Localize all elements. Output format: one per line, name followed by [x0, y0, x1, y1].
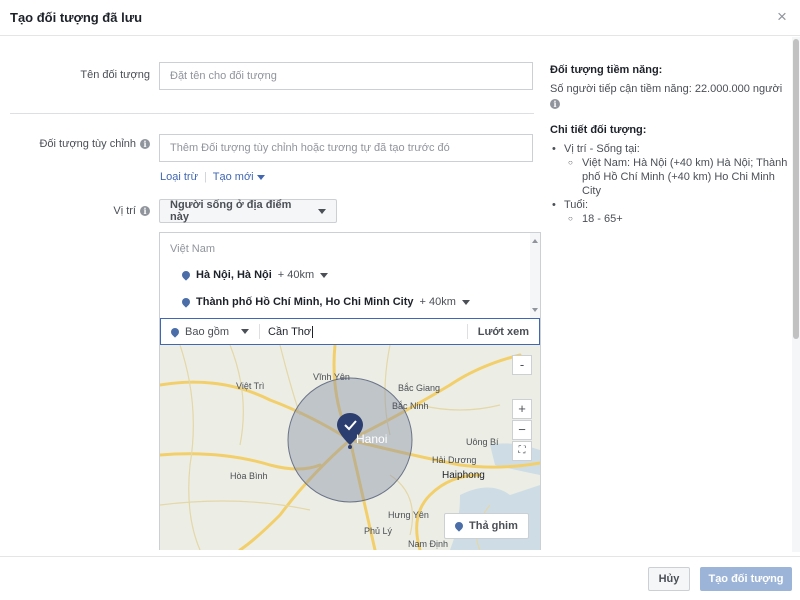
location-label-text: Vị trí	[113, 205, 136, 217]
details-location-label: Vị trí - Sống tại:	[550, 142, 790, 156]
dialog-header: Tạo đối tượng đã lưu ×	[0, 0, 800, 36]
audience-name-placeholder: Đặt tên cho đối tượng	[170, 70, 277, 82]
map-label: Phủ Lý	[364, 526, 393, 536]
browse-button[interactable]: Lướt xem	[466, 324, 539, 339]
chevron-down-icon	[318, 208, 326, 214]
dialog-scrollbar[interactable]	[792, 37, 800, 552]
dialog-title: Tạo đối tượng đã lưu	[10, 10, 143, 25]
location-list: Việt Nam Hà Nội, Hà Nội + 40km Thành phố…	[160, 233, 540, 318]
location-list-scrollbar[interactable]	[530, 233, 540, 318]
custom-audience-input[interactable]: Thêm Đối tượng tùy chỉnh hoặc tương tự đ…	[159, 134, 533, 162]
info-icon[interactable]: i	[140, 139, 150, 149]
details-list: Vị trí - Sống tại: Việt Nam: Hà Nội (+40…	[550, 142, 790, 226]
location-item-name: Thành phố Hồ Chí Minh, Ho Chi Minh City	[196, 296, 414, 308]
scroll-down-icon[interactable]	[532, 308, 538, 312]
details-heading: Chi tiết đối tượng:	[550, 124, 647, 136]
info-icon[interactable]: i	[550, 99, 560, 109]
map-label: Haiphong	[442, 470, 485, 481]
map-label: Uông Bí	[466, 437, 499, 447]
custom-audience-links: Loại trừ | Tạo mới	[160, 171, 265, 183]
dialog-scrollbar-thumb[interactable]	[793, 39, 799, 339]
location-pin-icon	[453, 520, 465, 532]
location-search-bar: Bao gồm Cần Thơ Lướt xem	[160, 318, 540, 345]
map-label: Nam Định	[408, 539, 448, 549]
close-icon[interactable]: ×	[772, 7, 792, 27]
location-box: Việt Nam Hà Nội, Hà Nội + 40km Thành phố…	[159, 232, 541, 550]
audience-name-input[interactable]: Đặt tên cho đối tượng	[159, 62, 533, 90]
map-label: Việt Trì	[236, 381, 264, 391]
map-label: Vĩnh Yên	[313, 372, 350, 382]
location-type-dropdown[interactable]: Người sống ở địa điểm này	[159, 199, 337, 223]
map-label: Bắc Giang	[398, 383, 440, 393]
map-label: Hưng Yên	[388, 510, 429, 520]
chevron-down-icon	[241, 329, 250, 334]
zoom-out-button[interactable]: −	[512, 420, 532, 440]
location-pin-icon	[169, 325, 181, 338]
create-new-link-text: Tạo mới	[212, 171, 254, 183]
custom-audience-label-text: Đối tượng tùy chỉnh	[39, 138, 136, 150]
create-new-link[interactable]: Tạo mới	[213, 171, 265, 183]
map-label: Bắc Ninh	[392, 401, 429, 411]
include-dropdown[interactable]: Bao gồm	[161, 324, 261, 339]
map-label: Hanoi	[356, 432, 387, 446]
custom-audience-placeholder: Thêm Đối tượng tùy chỉnh hoặc tương tự đ…	[170, 142, 450, 154]
include-label: Bao gồm	[185, 325, 230, 338]
link-separator: |	[203, 171, 207, 183]
fullscreen-icon[interactable]: ⛶	[512, 441, 532, 461]
section-divider	[10, 113, 534, 114]
scroll-up-icon[interactable]	[532, 239, 538, 243]
chevron-down-icon	[256, 174, 265, 180]
details-age-value: 18 - 65+	[550, 212, 790, 226]
potential-heading: Đối tượng tiềm năng:	[550, 64, 663, 76]
location-radius: + 40km	[277, 269, 315, 281]
audience-name-label: Tên đối tượng	[80, 69, 150, 81]
location-radius: + 40km	[419, 296, 456, 308]
custom-audience-label: Đối tượng tùy chỉnh i	[39, 138, 150, 150]
audience-summary: Đối tượng tiềm năng: Số người tiếp cận t…	[550, 64, 790, 226]
country-heading: Việt Nam	[170, 243, 216, 255]
location-label: Vị trí i	[113, 205, 150, 217]
details-age-label: Tuổi:	[550, 198, 790, 212]
chevron-down-icon[interactable]	[320, 272, 329, 278]
location-item[interactable]: Hà Nội, Hà Nội + 40km	[180, 269, 329, 281]
audience-name-label-text: Tên đối tượng	[80, 69, 150, 81]
location-item-name: Hà Nội, Hà Nội	[196, 269, 272, 281]
location-item[interactable]: Thành phố Hồ Chí Minh, Ho Chi Minh City …	[180, 296, 470, 308]
exclude-link[interactable]: Loại trừ	[160, 171, 198, 183]
zoom-in-button[interactable]: +	[512, 399, 532, 419]
potential-reach: Số người tiếp cận tiềm năng: 22.000.000 …	[550, 83, 783, 95]
location-pin-icon	[180, 269, 192, 281]
cancel-button[interactable]: Hủy	[648, 567, 690, 591]
location-search-value: Cần Thơ	[268, 325, 312, 338]
location-type-label: Người sống ở địa điểm này	[170, 199, 292, 223]
location-pin-icon	[180, 296, 192, 308]
drop-pin-button[interactable]: Thả ghim	[444, 513, 529, 539]
drop-pin-label: Thả ghim	[469, 520, 518, 532]
map-label: Hải Dương	[432, 455, 476, 465]
chevron-down-icon[interactable]	[461, 299, 470, 305]
details-location-value: Việt Nam: Hà Nội (+40 km) Hà Nội; Thành …	[550, 156, 790, 198]
create-audience-button[interactable]: Tạo đối tượng	[700, 567, 792, 591]
location-search-input[interactable]: Cần Thơ	[260, 325, 467, 338]
map-label: Hòa Bình	[230, 471, 268, 481]
info-icon[interactable]: i	[140, 206, 150, 216]
map-minimize-button[interactable]: -	[512, 355, 532, 375]
